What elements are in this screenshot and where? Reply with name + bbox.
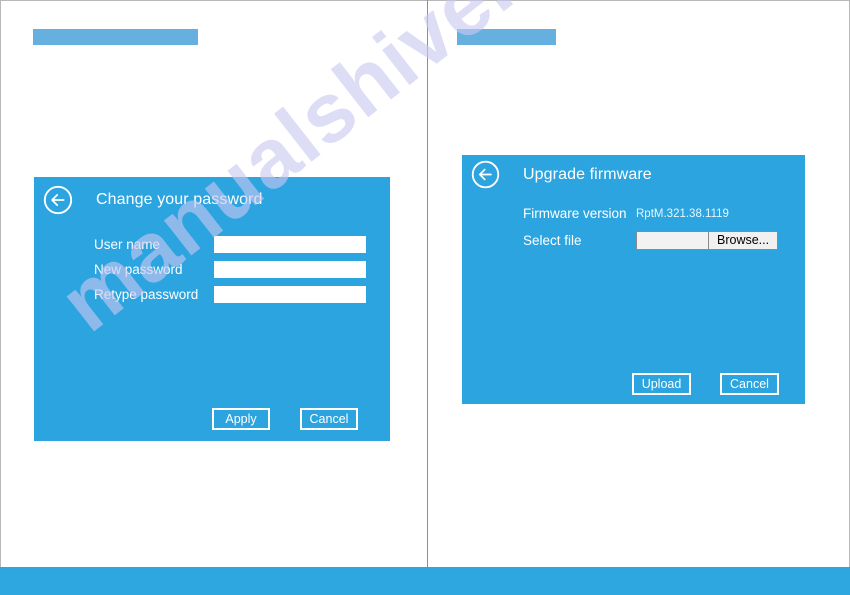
upgrade-firmware-button-row: Upload Cancel — [632, 373, 779, 395]
upgrade-firmware-form: Firmware version RptM.321.38.1119 Select… — [523, 204, 779, 258]
left-page-heading-bar — [33, 29, 198, 45]
new-password-row: New password — [94, 260, 366, 278]
select-file-row: Select file Browse... — [523, 231, 779, 250]
change-password-dialog: Change your password User name New passw… — [34, 177, 390, 441]
new-password-input[interactable] — [214, 260, 366, 278]
change-password-title: Change your password — [96, 191, 263, 208]
upgrade-firmware-dialog: Upgrade firmware Firmware version RptM.3… — [462, 155, 805, 404]
retype-password-row: Retype password — [94, 285, 366, 303]
browse-button[interactable]: Browse... — [709, 232, 778, 249]
new-password-label: New password — [94, 261, 183, 277]
back-arrow-icon[interactable] — [42, 184, 74, 216]
back-arrow-icon[interactable] — [470, 159, 501, 190]
change-password-dialog-header: Change your password — [42, 184, 263, 216]
cancel-button[interactable]: Cancel — [720, 373, 779, 395]
user-name-input[interactable] — [214, 235, 366, 253]
user-name-label: User name — [94, 236, 161, 252]
file-picker: Browse... — [636, 231, 779, 250]
firmware-version-label: Firmware version — [523, 206, 627, 221]
upgrade-firmware-title: Upgrade firmware — [523, 165, 652, 183]
apply-button[interactable]: Apply — [212, 408, 270, 430]
upload-button[interactable]: Upload — [632, 373, 691, 395]
change-password-button-row: Apply Cancel — [212, 408, 358, 430]
page-divider — [427, 0, 428, 567]
retype-password-input[interactable] — [214, 285, 366, 303]
footer-band — [0, 567, 850, 595]
change-password-form: User name New password Retype password — [94, 235, 366, 310]
upgrade-firmware-dialog-header: Upgrade firmware — [470, 159, 652, 190]
select-file-input[interactable] — [637, 232, 709, 249]
right-page-heading-bar — [457, 29, 556, 45]
firmware-version-row: Firmware version RptM.321.38.1119 — [523, 204, 778, 223]
retype-password-label: Retype password — [94, 286, 199, 302]
select-file-label: Select file — [523, 233, 582, 248]
firmware-version-value: RptM.321.38.1119 — [636, 207, 729, 220]
cancel-button[interactable]: Cancel — [300, 408, 358, 430]
manual-page-spread: Change your password User name New passw… — [0, 0, 850, 595]
user-name-row: User name — [94, 235, 366, 253]
